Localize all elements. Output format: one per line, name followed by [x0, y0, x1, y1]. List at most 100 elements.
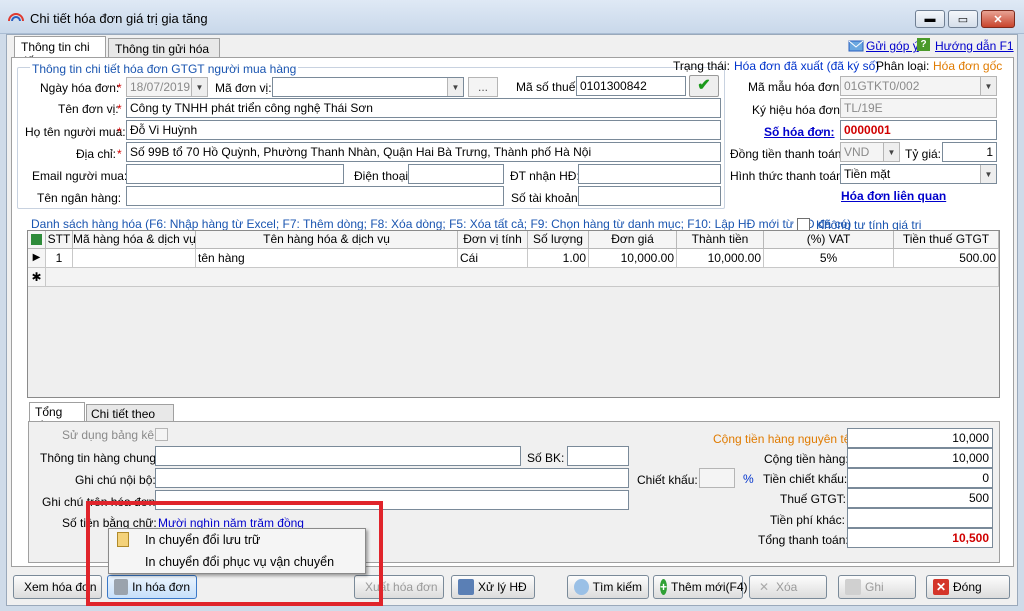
orig-goods-field[interactable]: 10,000 — [847, 428, 993, 448]
column-header: Tiền thuế GTGT — [894, 231, 999, 249]
bk-field[interactable] — [567, 446, 629, 466]
required-mark: * — [117, 102, 122, 116]
vat-label: Thuế GTGT: — [780, 492, 847, 506]
new-row-marker: ✱ — [28, 268, 46, 287]
minimize-button[interactable]: ▬ — [915, 10, 945, 28]
internal-note-field[interactable] — [155, 468, 629, 488]
use-list-label: Sử dụng bảng kê: — [62, 428, 158, 442]
vat-field[interactable]: 500 — [847, 488, 993, 508]
maximize-button[interactable]: ▭ — [948, 10, 978, 28]
chevron-down-icon: ▼ — [980, 165, 996, 183]
table-cell[interactable]: Cái — [458, 249, 528, 268]
bk-label: Số BK: — [527, 451, 565, 465]
goods-table[interactable]: STT Mã hàng hóa & dịch vụ Tên hàng hóa &… — [27, 230, 1000, 398]
help-link[interactable]: Hướng dẫn F1 — [935, 39, 1014, 53]
orig-goods-label: Cộng tiền hàng nguyên tệ: — [713, 432, 854, 446]
recv-phone-field[interactable] — [578, 164, 721, 184]
use-list-checkbox[interactable] — [155, 428, 168, 441]
discount-amount-label: Tiền chiết khấu: — [763, 472, 848, 486]
address-field[interactable]: Số 99B tổ 70 Hồ Quỳnh, Phường Thanh Nhàn… — [126, 142, 721, 162]
save-button[interactable]: Ghi — [838, 575, 916, 599]
invoice-number-link[interactable]: Số hóa đơn: — [764, 125, 835, 139]
rate-label: Tỷ giá: — [905, 147, 942, 161]
email-field[interactable] — [126, 164, 344, 184]
unit-code-label: Mã đơn vị: — [215, 81, 272, 95]
feedback-link[interactable]: Gửi góp ý — [866, 39, 919, 53]
table-cell[interactable]: 1.00 — [528, 249, 589, 268]
buyer-group-title: Thông tin chi tiết hóa đơn GTGT người mu… — [30, 62, 299, 76]
account-label: Số tài khoản: — [511, 191, 582, 205]
save-icon — [845, 579, 861, 595]
column-header: Đơn giá — [589, 231, 677, 249]
invoice-number-field[interactable]: 0000001 — [840, 120, 997, 140]
new-row[interactable] — [46, 268, 999, 287]
tab-totals[interactable]: Tổng tiền — [29, 402, 85, 433]
account-field[interactable] — [578, 186, 721, 206]
tab-send-info[interactable]: Thông tin gửi hóa đơn — [108, 38, 220, 70]
tab-tax-detail[interactable]: Chi tiết theo thuế — [86, 404, 174, 435]
help-icon: ? — [917, 38, 930, 51]
address-label: Địa chỉ: — [76, 147, 117, 161]
unit-name-field[interactable]: Công ty TNHH phát triển công nghệ Thái S… — [126, 98, 721, 118]
required-mark: * — [117, 81, 122, 95]
goods-total-label: Cộng tiền hàng: — [764, 452, 849, 466]
rate-field[interactable]: 1 — [942, 142, 997, 162]
search-button[interactable]: Tìm kiếm — [567, 575, 649, 599]
discount-label: Chiết khấu: — [637, 473, 698, 487]
table-cell[interactable]: 10,000.00 — [589, 249, 677, 268]
template-field[interactable]: 01GTKT0/002 ▼ — [840, 76, 997, 96]
close-icon: ✕ — [933, 579, 949, 595]
invoice-date-field[interactable]: 18/07/2019 ▼ — [126, 77, 208, 97]
other-fee-field[interactable] — [847, 508, 993, 528]
related-invoice-link[interactable]: Hóa đơn liên quan — [841, 189, 946, 203]
window-title: Chi tiết hóa đơn giá trị gia tăng — [30, 11, 208, 26]
discount-amount-field[interactable]: 0 — [847, 468, 993, 488]
tab-detail-info[interactable]: Thông tin chi tiết — [14, 36, 106, 68]
payment-method-field[interactable]: Tiền mặt ▼ — [840, 164, 997, 184]
series-field[interactable]: TL/19E — [840, 98, 997, 118]
search-label: Tìm kiếm — [592, 580, 642, 594]
table-cell[interactable]: 5% — [764, 249, 894, 268]
table-cell[interactable] — [73, 249, 196, 268]
goods-total-field[interactable]: 10,000 — [847, 448, 993, 468]
process-icon — [458, 579, 474, 595]
bank-name-field[interactable] — [126, 186, 504, 206]
delete-label: Xóa — [776, 580, 798, 594]
highlight-rectangle — [86, 501, 383, 606]
table-cell[interactable]: 10,000.00 — [677, 249, 764, 268]
required-mark: * — [117, 125, 122, 139]
close-button[interactable]: ✕ Đóng — [926, 575, 1010, 599]
status-label: Trạng thái: — [673, 59, 730, 73]
unit-lookup-button[interactable]: ... — [468, 77, 498, 97]
email-label: Email người mua: — [32, 169, 128, 183]
add-new-button[interactable]: + Thêm mới(F4) — [653, 575, 748, 599]
table-cell[interactable]: tên hàng — [196, 249, 458, 268]
general-info-field[interactable] — [155, 446, 521, 466]
check-tax-code-button[interactable]: ✔ — [689, 75, 719, 97]
status-value: Hóa đơn đã xuất (đã ký số) — [734, 59, 880, 73]
buyer-name-label: Họ tên người mua: — [25, 125, 126, 139]
plus-icon: + — [660, 579, 668, 595]
app-logo-icon — [8, 13, 24, 22]
invoice-date-label: Ngày hóa đơn: — [40, 81, 120, 95]
close-window-button[interactable]: ✕ — [981, 10, 1015, 28]
bank-name-label: Tên ngân hàng: — [37, 191, 122, 205]
table-cell[interactable]: 500.00 — [894, 249, 999, 268]
process-invoice-button[interactable]: Xử lý HĐ — [451, 575, 535, 599]
buyer-name-field[interactable]: Đỗ Vi Huỳnh — [126, 120, 721, 140]
total-field[interactable]: 10,500 — [847, 528, 993, 548]
chevron-down-icon: ▼ — [191, 78, 207, 96]
tax-code-field[interactable]: 0101300842 — [576, 76, 686, 96]
discount-percent-field[interactable] — [699, 468, 735, 488]
currency-field[interactable]: VND ▼ — [840, 142, 900, 162]
excel-icon[interactable] — [28, 231, 46, 249]
class-value: Hóa đơn gốc — [933, 59, 1003, 73]
chevron-down-icon: ▼ — [883, 143, 899, 161]
chevron-down-icon: ▼ — [980, 77, 996, 95]
payment-label: Hình thức thanh toán: — [730, 169, 847, 183]
delete-button[interactable]: ✕ Xóa — [749, 575, 827, 599]
unit-code-field[interactable]: ▼ — [272, 77, 464, 97]
phone-field[interactable] — [408, 164, 504, 184]
template-label: Mã mẫu hóa đơn: — [748, 80, 843, 94]
table-cell[interactable]: 1 — [46, 249, 73, 268]
